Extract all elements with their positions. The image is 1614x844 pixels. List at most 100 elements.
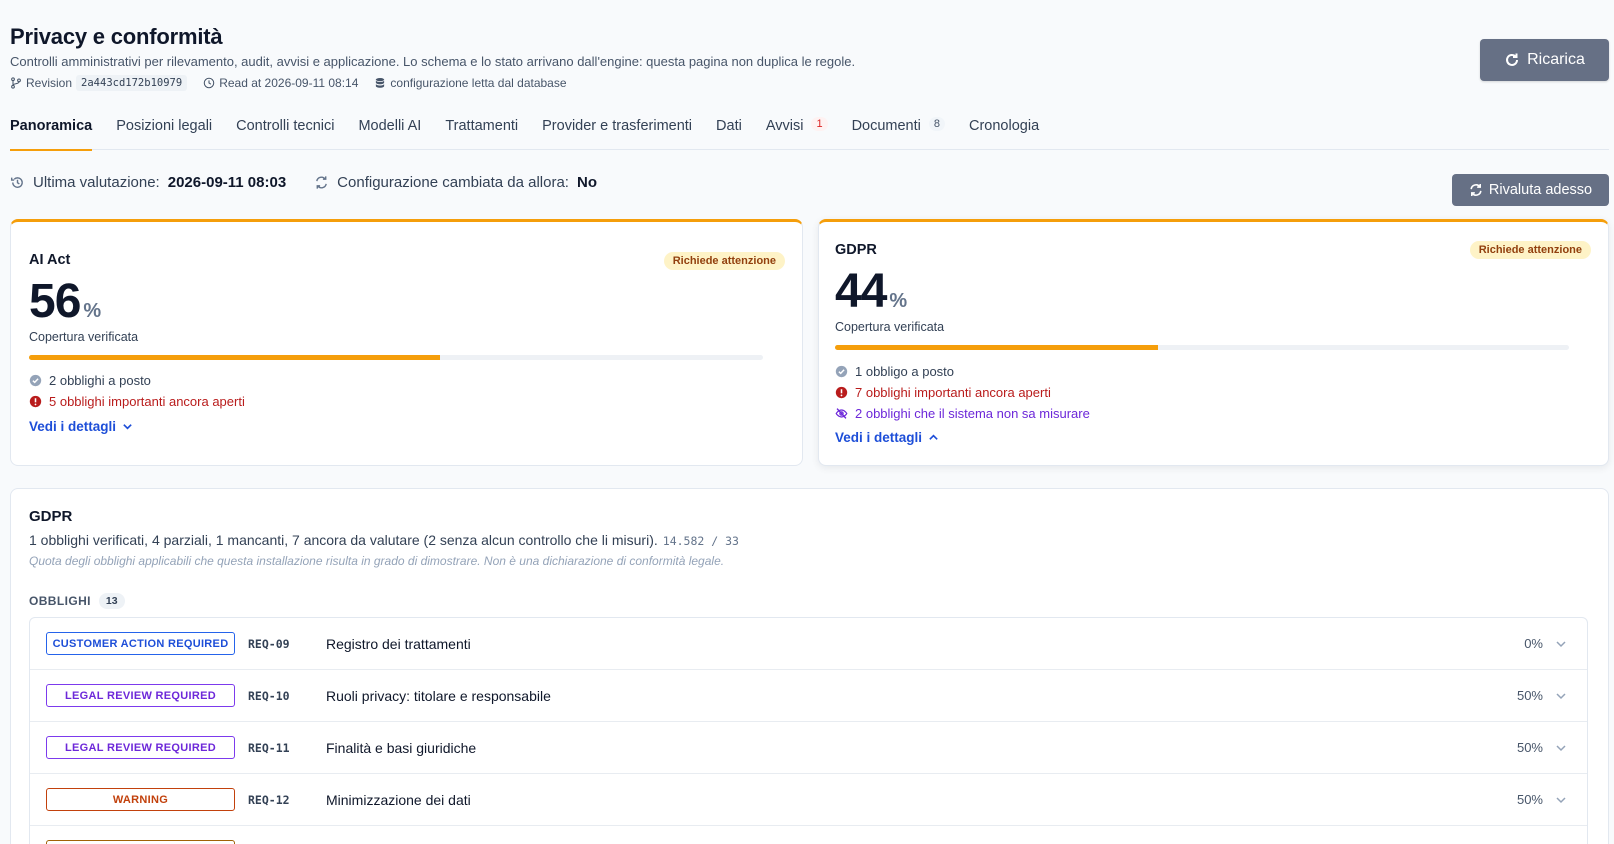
revision-label: Revision	[26, 76, 73, 90]
tab-label: Provider e trasferimenti	[542, 118, 693, 134]
reload-label: Ricarica	[1527, 51, 1585, 68]
privacy-compliance-page: Privacy e conformità Controlli amministr…	[0, 0, 1614, 844]
obligation-title: Minimizzazione dei dati	[326, 791, 471, 808]
last-evaluation-label: Ultima valutazione:	[33, 174, 160, 191]
ai-act-card: AI Act Richiede attenzione 56 % Copertur…	[10, 219, 803, 466]
coverage-progress-fill	[835, 345, 1158, 350]
obligations-count: 13	[98, 593, 125, 609]
obligation-id: REQ-10	[248, 688, 290, 703]
tab-cronologia[interactable]: Cronologia	[969, 118, 1039, 150]
reevaluate-label: Rivaluta adesso	[1488, 182, 1593, 198]
details-label: Vedi i dettagli	[835, 430, 923, 445]
obligation-percent: 0%	[1524, 636, 1543, 651]
reload-button[interactable]: Ricarica	[1480, 39, 1609, 81]
tab-controlli-tecnici[interactable]: Controlli tecnici	[236, 118, 334, 150]
obligations-ok-text: 2 obblighi a posto	[49, 373, 151, 388]
tab-count-badge: 1	[811, 117, 828, 131]
revision-info: Revision 2a443cd172b10979	[10, 75, 188, 91]
coverage-progress-bar	[29, 355, 763, 360]
tab-dati[interactable]: Dati	[716, 118, 742, 150]
obligation-title: Finalità e basi giuridiche	[326, 739, 477, 756]
tab-bar: Panoramica Posizioni legali Controlli te…	[10, 117, 1609, 151]
read-at-text: Read at 2026-09-11 08:14	[219, 76, 359, 90]
coverage-percent: 44 %	[835, 268, 907, 316]
card-title: GDPR	[835, 242, 877, 258]
last-evaluation-value: 2026-09-11 08:03	[167, 174, 287, 191]
tab-trattamenti[interactable]: Trattamenti	[445, 118, 518, 150]
tab-label: Modelli AI	[358, 118, 422, 134]
coverage-percent-value: 56	[29, 275, 81, 328]
obligations-open: 7 obblighi importanti ancora aperti	[835, 382, 1090, 403]
obligation-percent: 50%	[1516, 688, 1543, 703]
tab-avvisi[interactable]: Avvisi 1	[765, 117, 828, 150]
obligation-status-tag	[46, 840, 235, 844]
chevron-down-icon[interactable]	[1555, 638, 1567, 650]
obligations-list: CUSTOMER ACTION REQUIRED REQ-09 Registro…	[29, 617, 1588, 844]
tab-provider-trasferimenti[interactable]: Provider e trasferimenti	[542, 118, 692, 150]
coverage-percent: 56 %	[29, 278, 101, 326]
obligation-status-tag: CUSTOMER ACTION REQUIRED	[46, 632, 235, 655]
git-branch-icon	[11, 77, 21, 89]
obligation-row[interactable]: CUSTOMER ACTION REQUIRED REQ-09 Registro…	[30, 618, 1587, 670]
coverage-percent-value: 44	[835, 265, 887, 318]
obligation-id: REQ-11	[248, 740, 290, 755]
page-title: Privacy e conformità	[10, 24, 223, 49]
obligation-row[interactable]: LEGAL REVIEW REQUIRED REQ-10 Ruoli priva…	[30, 670, 1587, 722]
config-changed-label: Configurazione cambiata da allora:	[337, 174, 569, 191]
tab-label: Controlli tecnici	[236, 118, 335, 134]
obligations-label: OBBLIGHI	[29, 594, 91, 608]
chevron-down-icon	[123, 424, 132, 430]
status-badge: Richiede attenzione	[1469, 241, 1591, 259]
obligation-stats: 2 obblighi a posto 5 obblighi importanti…	[29, 370, 245, 412]
chevron-down-icon[interactable]	[1555, 690, 1567, 702]
obligation-percent: 50%	[1516, 740, 1543, 755]
config-source-info: configurazione letta dal database	[374, 76, 567, 90]
panel-disclaimer: Quota degli obblighi applicabili che que…	[29, 554, 725, 568]
obligations-open-text: 7 obblighi importanti ancora aperti	[855, 385, 1051, 400]
chevron-up-icon	[929, 434, 938, 440]
panel-score: 14.582 / 33	[662, 534, 739, 548]
obligations-unmeasurable-text: 2 obblighi che il sistema non sa misurar…	[855, 406, 1090, 421]
tab-label: Avvisi	[765, 118, 804, 134]
database-icon	[376, 77, 385, 88]
refresh-icon	[1506, 53, 1519, 66]
obligation-row[interactable]: WARNING REQ-12 Minimizzazione dei dati 5…	[30, 774, 1587, 826]
percent-sign: %	[83, 300, 102, 322]
obligation-row-partial[interactable]	[30, 826, 1587, 844]
sync-icon	[316, 176, 328, 189]
obligation-id: REQ-12	[248, 792, 290, 807]
panel-summary-text: 1 obblighi verificati, 4 parziali, 1 man…	[29, 532, 658, 548]
clock-icon	[203, 77, 215, 89]
tab-label: Posizioni legali	[116, 118, 213, 134]
tab-modelli-ai[interactable]: Modelli AI	[358, 118, 421, 150]
obligation-status-tag: LEGAL REVIEW REQUIRED	[46, 736, 235, 759]
reevaluate-button[interactable]: Rivaluta adesso	[1452, 174, 1609, 206]
details-label: Vedi i dettagli	[29, 419, 117, 434]
page-subtitle: Controlli amministrativi per rilevamento…	[10, 54, 856, 69]
obligation-title: Ruoli privacy: titolare e responsabile	[326, 687, 551, 704]
details-toggle[interactable]: Vedi i dettagli	[29, 419, 133, 434]
check-circle-icon	[835, 365, 848, 378]
obligations-unmeasurable: 2 obblighi che il sistema non sa misurar…	[835, 403, 1090, 424]
revision-code: 2a443cd172b10979	[76, 75, 188, 91]
check-circle-icon	[29, 374, 42, 387]
obligation-status-tag: LEGAL REVIEW REQUIRED	[46, 684, 235, 707]
evaluation-status: Ultima valutazione: 2026-09-11 08:03 Con…	[10, 174, 597, 191]
eye-off-icon	[835, 408, 848, 419]
chevron-down-icon[interactable]	[1555, 794, 1567, 806]
tab-label: Cronologia	[969, 118, 1040, 134]
coverage-label: Copertura verificata	[835, 320, 945, 334]
tab-documenti[interactable]: Documenti 8	[852, 117, 945, 150]
tab-posizioni-legali[interactable]: Posizioni legali	[116, 118, 212, 150]
details-toggle[interactable]: Vedi i dettagli	[835, 430, 939, 445]
gdpr-details-panel: GDPR 1 obblighi verificati, 4 parziali, …	[10, 488, 1609, 844]
obligation-row[interactable]: LEGAL REVIEW REQUIRED REQ-11 Finalità e …	[30, 722, 1587, 774]
tab-label: Dati	[716, 118, 742, 134]
tab-label: Panoramica	[10, 118, 93, 134]
tab-panoramica[interactable]: Panoramica	[10, 118, 93, 151]
obligation-percent: 50%	[1516, 792, 1543, 807]
tab-count-badge: 8	[928, 117, 945, 131]
page-meta: Revision 2a443cd172b10979 Read at 2026-0…	[10, 75, 1460, 91]
chevron-down-icon[interactable]	[1555, 742, 1567, 754]
config-source-text: configurazione letta dal database	[390, 76, 567, 90]
